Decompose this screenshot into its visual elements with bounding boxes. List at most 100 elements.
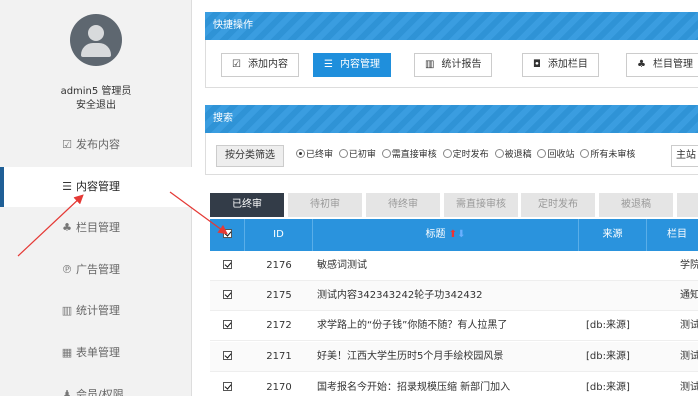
row-column: 通知 [680, 290, 698, 301]
radio-icon [442, 149, 452, 158]
tab-direct[interactable]: 需直接审核 [444, 193, 518, 217]
row-checkbox[interactable] [210, 342, 245, 372]
tab-more[interactable] [677, 193, 698, 217]
status-radio-group: 已终审 已初审 需直接审核 定时发布 被退稿 回收站 所有未审核 [296, 147, 638, 160]
sidebar-item-publish[interactable]: ☑ 发布内容 [0, 125, 192, 165]
radio-scheduled[interactable]: 定时发布 [442, 149, 489, 160]
radio-final[interactable]: 已终审 [296, 149, 333, 160]
username: admin5 管理员 [60, 86, 132, 97]
sort-up-icon[interactable]: ⬆ [449, 229, 457, 240]
content-manage-button[interactable]: ☰ 内容管理 [313, 53, 391, 77]
user-icon: ♟ [62, 388, 72, 396]
select-all-checkbox[interactable] [210, 219, 245, 251]
table-header: ID 标题 ⬆⬇ 来源 栏目 [210, 219, 698, 251]
stats-report-button[interactable]: ▥ 统计报告 [414, 53, 493, 77]
row-title[interactable]: 测试内容342343242轮子功342432 [317, 281, 579, 311]
checkbox-icon [223, 351, 232, 360]
site-select[interactable]: 主站 [671, 145, 698, 167]
row-checkbox[interactable] [210, 311, 245, 341]
row-checkbox[interactable] [210, 373, 245, 396]
radio-icon [537, 149, 547, 158]
col-source: 来源 [579, 219, 647, 251]
table-row: 2172 求学路上的“份子钱”你随不随？有人拉黑了 [db:来源] 测试 [210, 311, 698, 341]
row-checkbox[interactable] [210, 281, 245, 311]
sitemap-icon: ♣ [62, 221, 72, 234]
row-title[interactable]: 求学路上的“份子钱”你随不随？有人拉黑了 [317, 311, 579, 341]
radio-icon [580, 149, 590, 158]
sidebar-item-ads[interactable]: ℗ 广告管理 [0, 250, 192, 290]
radio-icon [381, 149, 391, 158]
logout-link[interactable]: 安全退出 [0, 96, 192, 111]
table-row: 2171 好美！江西大学生历时5个月手绘校园风景 [db:来源] 测试 [210, 342, 698, 372]
ad-icon: ℗ [61, 263, 73, 276]
row-column: 学院 [680, 260, 698, 271]
table-row: 2176 敏感词测试 学院 [210, 251, 698, 281]
radio-icon [338, 149, 348, 158]
tab-final-pending[interactable]: 待终审 [366, 193, 440, 217]
row-column: 测试 [680, 320, 698, 331]
checkbox-icon [222, 229, 232, 238]
row-id: 2171 [266, 351, 292, 362]
col-title[interactable]: 标题 ⬆⬇ [313, 219, 579, 251]
table-icon: ▦ [61, 346, 73, 359]
sidebar-item-columns[interactable]: ♣ 栏目管理 [0, 208, 192, 248]
table-row: 2175 测试内容342343242轮子功342432 通知 [210, 281, 698, 311]
radio-recycle[interactable]: 回收站 [537, 149, 574, 160]
avatar-icon [70, 14, 122, 66]
search-header: 搜索 [205, 105, 698, 133]
row-title[interactable]: 国考报名今开始：招录规模压缩 新部门加入 [317, 373, 579, 396]
sidebar-item-label: 内容管理 [76, 180, 120, 193]
row-checkbox[interactable] [210, 251, 245, 281]
row-column: 测试 [680, 351, 698, 362]
row-source: [db:来源] [586, 320, 630, 331]
radio-icon [494, 149, 504, 158]
sidebar-item-stats[interactable]: ▥ 统计管理 [0, 291, 192, 331]
radio-unreviewed[interactable]: 所有未审核 [580, 149, 635, 160]
row-id: 2170 [266, 382, 292, 393]
col-column: 栏目 [667, 229, 687, 240]
checkbox-icon [223, 260, 232, 269]
row-id: 2172 [266, 320, 292, 331]
checkbox-icon [223, 290, 232, 299]
checkbox-icon [223, 382, 232, 391]
row-source: [db:来源] [586, 382, 630, 393]
bar-chart-icon: ▥ [61, 304, 73, 317]
radio-icon [296, 149, 305, 158]
tab-first[interactable]: 待初审 [288, 193, 362, 217]
bar-chart-icon: ▥ [425, 59, 435, 70]
tab-scheduled[interactable]: 定时发布 [521, 193, 595, 217]
sidebar-item-content[interactable]: ☰ 内容管理 [0, 167, 192, 207]
sidebar-item-label: 发布内容 [76, 138, 120, 151]
add-content-button[interactable]: ☑ 添加内容 [221, 53, 299, 77]
sidebar-item-members[interactable]: ♟ 会员/权限 [0, 375, 192, 396]
row-column: 测试 [680, 382, 698, 393]
sidebar-item-label: 统计管理 [76, 304, 120, 317]
add-column-button[interactable]: ◘ 添加栏目 [522, 53, 599, 77]
row-source [586, 251, 646, 281]
sidebar-item-forms[interactable]: ▦ 表单管理 [0, 333, 192, 373]
row-title[interactable]: 敏感词测试 [317, 251, 579, 281]
column-manage-button[interactable]: ♣ 栏目管理 [626, 53, 698, 77]
list-icon: ☰ [62, 180, 72, 193]
tab-final[interactable]: 已终审 [210, 193, 284, 217]
edit-icon: ☑ [62, 138, 72, 151]
search-panel: 按分类筛选 已终审 已初审 需直接审核 定时发布 被退稿 回收站 所有未审核 主… [205, 133, 698, 175]
quick-actions-header: 快捷操作 [205, 12, 698, 40]
row-title[interactable]: 好美！江西大学生历时5个月手绘校园风景 [317, 342, 579, 372]
radio-rejected[interactable]: 被退稿 [494, 149, 532, 160]
table-row: 2170 国考报名今开始：招录规模压缩 新部门加入 [db:来源] 测试 [210, 373, 698, 396]
sidebar: admin5 管理员 安全退出 ☑ 发布内容 ☰ 内容管理 ♣ 栏目管理 ℗ 广告管理 … [0, 0, 192, 396]
row-id: 2175 [266, 290, 292, 301]
row-source: [db:来源] [586, 351, 630, 362]
category-filter-button[interactable]: 按分类筛选 [216, 145, 284, 167]
sitemap-icon: ♣ [637, 59, 646, 70]
sidebar-item-label: 广告管理 [76, 263, 120, 276]
sort-down-icon[interactable]: ⬇ [457, 229, 465, 240]
tab-rejected[interactable]: 被退稿 [599, 193, 673, 217]
quick-actions-panel: ☑ 添加内容 ☰ 内容管理 ▥ 统计报告 ◘ 添加栏目 ♣ 栏目管理 [205, 40, 698, 88]
radio-direct[interactable]: 需直接审核 [381, 149, 437, 160]
row-id: 2176 [266, 260, 292, 271]
edit-icon: ☑ [232, 59, 241, 70]
row-source [586, 281, 646, 311]
radio-first[interactable]: 已初审 [338, 149, 376, 160]
